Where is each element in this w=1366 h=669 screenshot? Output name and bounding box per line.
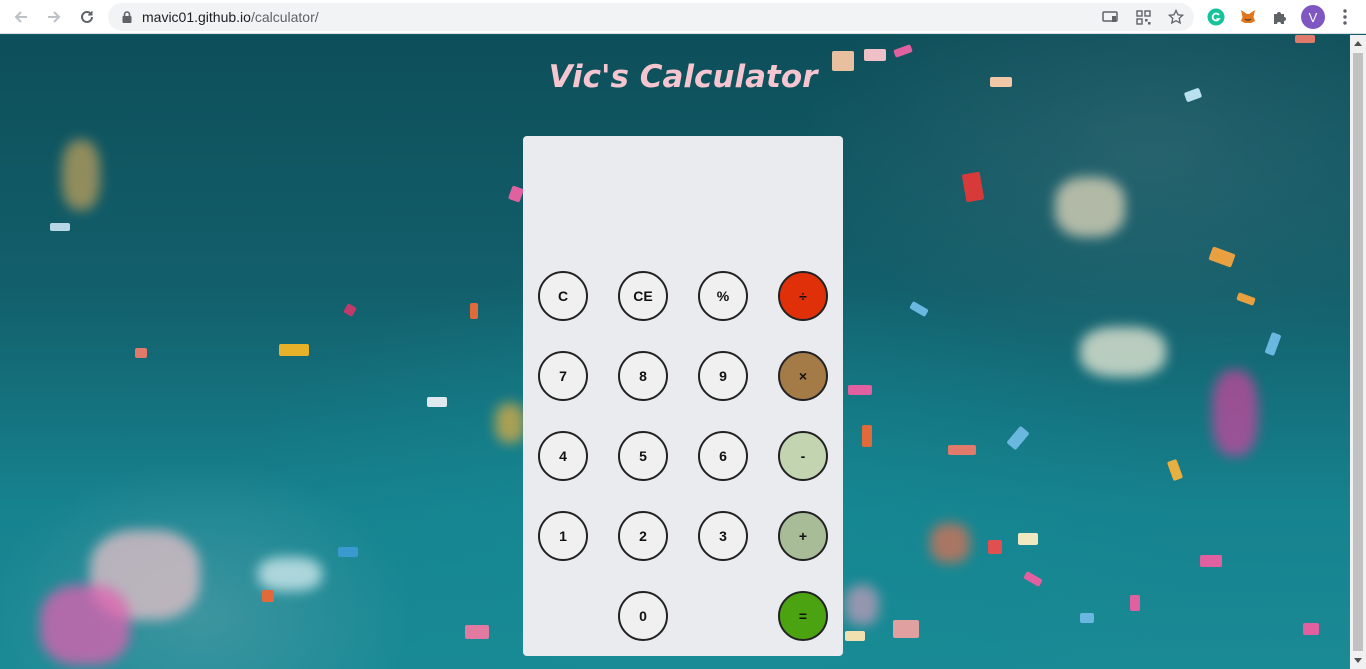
confetti-piece (862, 425, 872, 447)
four-button[interactable]: 4 (538, 431, 588, 481)
page-title: Vic's Calculator (548, 59, 818, 95)
confetti-piece (1200, 555, 1222, 567)
browser-toolbar: mavic01.github.io/calculator/ V (0, 0, 1366, 34)
scroll-down-arrow[interactable] (1354, 658, 1362, 663)
confetti-blur (1212, 370, 1258, 456)
qr-code-icon (1135, 9, 1151, 25)
confetti-piece (848, 385, 872, 395)
confetti-piece (1208, 246, 1236, 268)
clear-button[interactable]: C (538, 271, 588, 321)
confetti-blur (258, 557, 322, 591)
three-button[interactable]: 3 (698, 511, 748, 561)
confetti-piece (1303, 623, 1319, 635)
grammarly-icon (1207, 8, 1225, 26)
grammarly-extension[interactable] (1204, 5, 1228, 29)
confetti-piece (1236, 292, 1256, 306)
eight-button[interactable]: 8 (618, 351, 668, 401)
confetti-piece (262, 590, 274, 602)
browser-menu-button[interactable] (1333, 5, 1357, 29)
confetti-piece (50, 223, 70, 231)
confetti-blur (1080, 327, 1166, 377)
back-button[interactable] (9, 5, 33, 29)
puzzle-icon (1274, 12, 1286, 24)
nine-button[interactable]: 9 (698, 351, 748, 401)
extensions-button[interactable] (1268, 5, 1292, 29)
forward-button[interactable] (42, 5, 66, 29)
url-text: mavic01.github.io/calculator/ (142, 9, 319, 25)
confetti-piece (470, 303, 478, 319)
confetti-piece (1166, 458, 1184, 482)
qr-code-button[interactable] (1133, 7, 1153, 27)
confetti-piece (338, 547, 358, 557)
zero-button[interactable]: 0 (618, 591, 668, 641)
page-scrollbar[interactable] (1350, 35, 1366, 669)
cast-button[interactable] (1100, 7, 1120, 27)
confetti-piece (507, 185, 525, 203)
two-button[interactable]: 2 (618, 511, 668, 561)
confetti-piece (1080, 613, 1094, 623)
address-bar[interactable]: mavic01.github.io/calculator/ (108, 3, 1194, 31)
profile-avatar[interactable]: V (1301, 5, 1325, 29)
one-button[interactable]: 1 (538, 511, 588, 561)
multiply-button[interactable]: × (778, 351, 828, 401)
confetti-blur (40, 585, 130, 665)
kebab-menu-icon (1343, 9, 1347, 25)
scroll-up-arrow[interactable] (1354, 41, 1362, 46)
seven-button[interactable]: 7 (538, 351, 588, 401)
reload-icon (81, 10, 93, 23)
confetti-piece (1006, 425, 1030, 451)
confetti-blur (495, 403, 525, 443)
confetti-piece (961, 171, 985, 203)
confetti-piece (1295, 35, 1315, 43)
percent-button[interactable]: % (698, 271, 748, 321)
calculator-display (539, 152, 827, 252)
confetti-piece (135, 348, 147, 358)
star-icon (1168, 9, 1184, 25)
divide-button[interactable]: ÷ (778, 271, 828, 321)
confetti-piece (1023, 571, 1043, 587)
confetti-piece (343, 303, 357, 317)
confetti-piece (1264, 331, 1282, 357)
cast-icon (1102, 11, 1118, 22)
profile-initial: V (1308, 9, 1318, 25)
confetti-piece (1130, 595, 1140, 611)
confetti-blur (930, 523, 970, 563)
arrow-left-icon (14, 11, 27, 23)
subtract-button[interactable]: - (778, 431, 828, 481)
bookmark-button[interactable] (1166, 7, 1186, 27)
confetti-piece (893, 620, 919, 638)
url-host: mavic01.github.io (142, 9, 251, 25)
clear-entry-button[interactable]: CE (618, 271, 668, 321)
confetti-piece (427, 397, 447, 407)
calculator: C CE % ÷ 7 8 9 × 4 5 6 - 1 2 3 + 0 = (523, 136, 843, 656)
arrow-right-icon (48, 11, 61, 23)
six-button[interactable]: 6 (698, 431, 748, 481)
confetti-piece (1018, 533, 1038, 545)
page-background: Vic's Calculator C CE % ÷ 7 8 9 × 4 5 6 … (0, 35, 1350, 669)
equals-button[interactable]: = (778, 591, 828, 641)
scroll-thumb[interactable] (1353, 53, 1363, 651)
confetti-piece (279, 344, 309, 356)
confetti-piece (893, 44, 913, 58)
confetti-blur (1055, 177, 1125, 237)
confetti-piece (465, 625, 489, 639)
five-button[interactable]: 5 (618, 431, 668, 481)
confetti-piece (988, 540, 1002, 554)
metamask-icon (1241, 10, 1255, 23)
confetti-piece (948, 445, 976, 455)
confetti-piece (909, 301, 929, 317)
confetti-piece (845, 631, 865, 641)
lock-icon (122, 11, 132, 23)
confetti-blur (62, 140, 100, 210)
metamask-extension[interactable] (1236, 5, 1260, 29)
confetti-blur (845, 585, 879, 625)
add-button[interactable]: + (778, 511, 828, 561)
reload-button[interactable] (75, 5, 99, 29)
url-path: /calculator/ (250, 9, 319, 25)
